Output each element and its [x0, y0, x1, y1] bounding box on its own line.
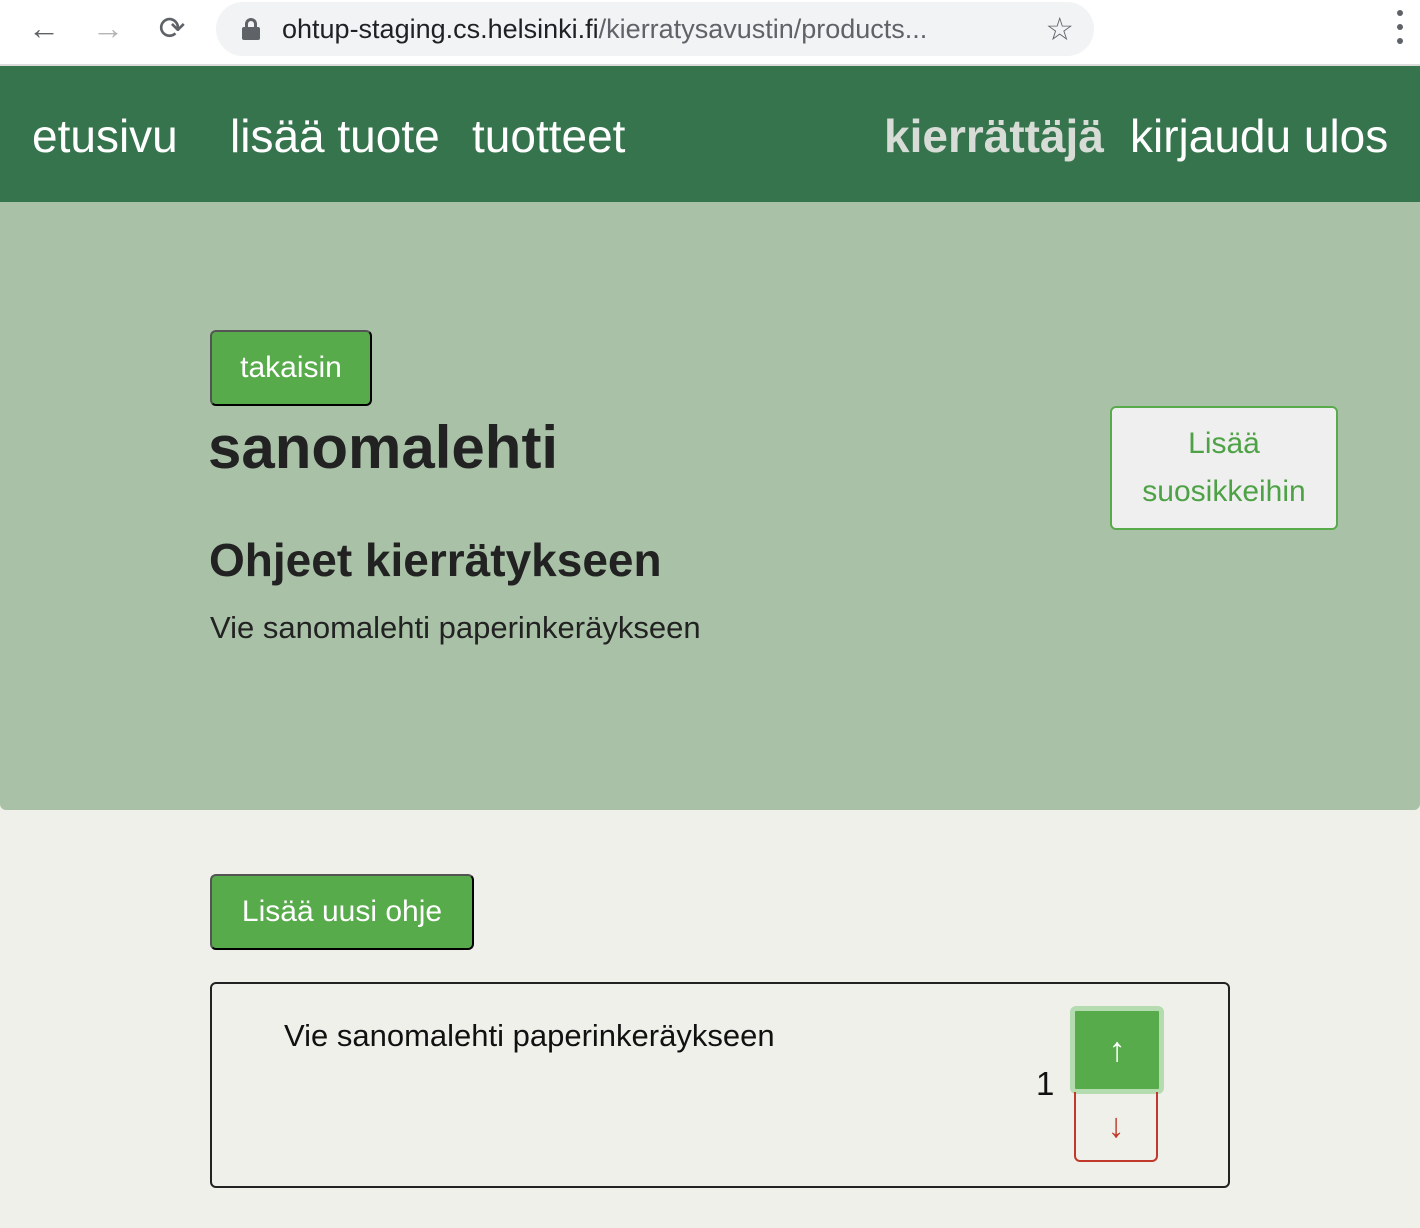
instructions-heading: Ohjeet kierrätykseen [209, 534, 662, 586]
back-arrow-icon[interactable]: ← [22, 8, 66, 48]
address-bar[interactable]: ohtup-staging.cs.helsinki.fi/kierratysav… [216, 2, 1094, 56]
add-to-favorites-button[interactable]: Lisää suosikkeihin [1110, 406, 1338, 530]
back-button[interactable]: takaisin [210, 330, 372, 406]
arrow-up-icon: ↑ [1108, 1030, 1126, 1069]
instruction-card: Vie sanomalehti paperinkeräykseen 1 ↑ ↓ [210, 982, 1230, 1188]
instruction-score: 1 [1036, 1065, 1055, 1102]
nav-home-link[interactable]: etusivu [32, 110, 178, 162]
reload-icon[interactable]: ⟳ [150, 8, 194, 48]
logout-link[interactable]: kirjaudu ulos [1130, 110, 1388, 162]
kebab-menu-icon[interactable] [1394, 10, 1406, 44]
browser-toolbar: ← → ⟳ ohtup-staging.cs.helsinki.fi/kierr… [0, 0, 1420, 66]
url-path: /kierratysavustin/products... [598, 13, 928, 44]
add-instruction-button[interactable]: Lisää uusi ohje [210, 874, 474, 950]
top-instruction-text: Vie sanomalehti paperinkeräykseen [210, 610, 701, 645]
nav-add-product-link[interactable]: lisää tuote [230, 110, 440, 162]
instruction-text: Vie sanomalehti paperinkeräykseen [284, 1018, 775, 1053]
star-icon[interactable]: ☆ [1045, 10, 1074, 48]
current-user-name: kierrättäjä [884, 110, 1104, 162]
url-domain: ohtup-staging.cs.helsinki.fi [282, 13, 599, 44]
product-title: sanomalehti [208, 414, 559, 481]
url-text[interactable]: ohtup-staging.cs.helsinki.fi/kierratysav… [282, 14, 927, 45]
app-navbar: etusivu lisää tuote tuotteet kierrättäjä… [0, 66, 1420, 202]
product-header: takaisin sanomalehti Lisää suosikkeihin … [0, 202, 1420, 810]
forward-arrow-icon[interactable]: → [86, 8, 130, 48]
lock-icon [242, 18, 260, 40]
nav-products-link[interactable]: tuotteet [472, 110, 625, 162]
upvote-button[interactable]: ↑ [1070, 1006, 1164, 1094]
downvote-button[interactable]: ↓ [1074, 1092, 1158, 1162]
arrow-down-icon: ↓ [1107, 1106, 1125, 1145]
